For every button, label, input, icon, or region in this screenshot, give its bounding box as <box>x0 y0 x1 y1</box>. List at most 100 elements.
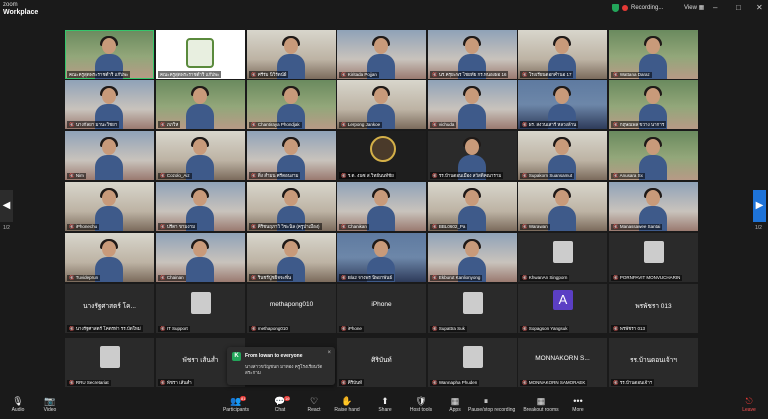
participant-tile[interactable]: 🔇 Supattra Suk <box>428 284 517 333</box>
participant-tile[interactable]: 🔇 Chainan <box>156 233 245 282</box>
participant-tile[interactable]: 🔇 RRU Secretariat <box>65 338 154 387</box>
grid-icon: ▦ <box>536 396 546 406</box>
participant-tile[interactable]: พรพัชรา 013 🔇 พรพัชรา 013 <box>609 284 698 333</box>
participant-tile[interactable]: 🔇 Supakorn Suansamut <box>518 131 607 180</box>
participant-tile[interactable]: 🔇 รร.บ้านดอนเมือง สวัสดิคณาราม <box>428 131 517 180</box>
heart-icon: ♡ <box>309 396 319 406</box>
participant-tile[interactable]: 🔇 Wannapha Phuden <box>428 338 517 387</box>
chat-bubble-icon: K <box>232 352 241 361</box>
title-bar: zoom Workplace Recording... View ▦ – □ ✕ <box>0 0 768 18</box>
participant-tile[interactable]: MONNAKORN S... 🔇 MONNAKORN SAMORAEK <box>518 338 607 387</box>
participant-tile[interactable]: 🔇 Anusara Sx <box>609 131 698 180</box>
participant-video <box>186 239 214 282</box>
participant-tile[interactable]: 🔇 นางกัลยา มานะวิชยา <box>65 80 154 129</box>
participant-tile[interactable]: 🔇 Cozolo_Aiz <box>156 131 245 180</box>
video-button[interactable]: 📷 Video <box>32 395 68 414</box>
meeting-toolbar: 🎙 Audio 📷 Video 👥 Participants 81 💬 Chat 16 ♡ React… <box>0 393 768 419</box>
prev-page-button[interactable]: ◀ <box>0 190 13 222</box>
minimize-button[interactable]: – <box>713 3 717 12</box>
participant-tile[interactable]: 🔇 ติ่ง สำมน ศรีดอนงาม <box>247 131 336 180</box>
participant-name-label: 🔇 ร.ต. 4นซ ส.วิทย์นนท์ชัย <box>339 172 396 179</box>
participant-tile[interactable]: 🔇 Ekburut Kanlionyong <box>428 233 517 282</box>
participant-tile[interactable]: รร.บ้านดอนเจ้าฯ 🔇 รร.บ้านดอนเจ้าฯ <box>609 338 698 387</box>
participant-tile[interactable]: คณะครูสุดพระราชดำริ แก๊ปพะ <box>65 30 154 79</box>
participant-tile[interactable]: 🔇 ร.ต. 4นซ ส.วิทย์นนท์ชัย <box>337 131 426 180</box>
pause-recording-button[interactable]: ⏸ Pause/stop recording <box>468 395 515 414</box>
more-button[interactable]: ••• More <box>560 395 596 414</box>
chat-notification[interactable]: K From lowan to everyone นางสาวขวัญชนก ม… <box>227 347 335 385</box>
participant-tile[interactable]: A 🔇 Sopagson Yangsuk <box>518 284 607 333</box>
participant-tile[interactable]: 🔇 ภภวิห <box>156 80 245 129</box>
participant-name-label: 🔇 พัชรา เส้นสำ <box>158 379 194 386</box>
participant-tile[interactable]: คณะครูสุดพระราชดำริ แก๊ปพะ <box>156 30 245 79</box>
participant-tile[interactable]: นางรัฐศาสตร์ โค... 🔇 นางรัฐศาสตร์ โคตรท่า… <box>65 284 154 333</box>
view-button[interactable]: View ▦ <box>684 4 704 11</box>
next-page-button[interactable]: ▶ <box>753 190 766 222</box>
participant-tile[interactable]: 🔇 โรงเรียนดอกคำนอ 17 <box>518 30 607 79</box>
participant-name-label: 🔇 นางรัฐศาสตร์ โคตรท่า รร.บัดใหม่ <box>67 325 143 332</box>
audio-button[interactable]: 🎙 Audio <box>0 395 36 414</box>
share-button[interactable]: ⬆ Share <box>367 395 403 414</box>
chat-button[interactable]: 💬 Chat 16 <box>262 395 298 414</box>
maximize-button[interactable]: □ <box>736 3 741 12</box>
participant-name-label: 🔇 PORNPAVIT MONVUCHARIN <box>611 275 683 281</box>
participant-tile[interactable]: 🔇 KhwanAn Singporn <box>518 233 607 282</box>
participant-tile[interactable]: 🔇 iPhonechu <box>65 182 154 231</box>
chat-icon: 💬 <box>274 396 286 406</box>
participant-tile[interactable]: 🔇 ผร. สงวนเสาร์ หลวงล้าน <box>518 80 607 129</box>
recording-indicator[interactable]: Recording... <box>612 4 663 12</box>
participant-name-label: 🔇 vichuda <box>430 122 457 128</box>
participant-tile[interactable]: 🔇 Manassawee Santai <box>609 182 698 231</box>
logo-line2: Workplace <box>3 9 39 16</box>
participant-tile[interactable]: 🔇 PORNPAVIT MONVUCHARIN <box>609 233 698 282</box>
participant-name-label: 🔇 Lerpong Jankoe <box>339 122 383 128</box>
participant-tile[interactable]: 🔇 Chantiraya Phondjak <box>247 80 336 129</box>
participant-video <box>458 86 486 129</box>
toolbar-label: Chat <box>274 407 286 413</box>
participant-tile[interactable]: 🔇 ศิริชนฤภาวิ วิชะนิล (ครูป่าเมือง) <box>247 182 336 231</box>
more-icon: ••• <box>573 396 583 406</box>
participant-name-label: 🔇 โรงเรียนดอกคำนอ 17 <box>520 71 574 78</box>
participant-tile[interactable]: 🔇 นร.ครุยะพร ไชยทัย กร.หนองผอ 16 <box>428 30 517 79</box>
toolbar-label: Participants <box>222 407 250 413</box>
participant-name-label: 🔇 Wattana Daraz <box>611 72 652 78</box>
participant-tile[interactable]: 🔇 Kiritada Pojjan <box>337 30 426 79</box>
participant-tile[interactable]: ศิริบันท์ 🔇 ศิริบันท์ <box>337 338 426 387</box>
participant-name-label: 🔇 Supattra Suk <box>430 326 467 332</box>
breakout-rooms-button[interactable]: ▦ Breakout rooms <box>523 395 559 414</box>
participant-tile[interactable]: 🔇 Nim <box>65 131 154 180</box>
participant-tile[interactable]: 🔇 IT Support <box>156 284 245 333</box>
participant-name-label: 🔇 นางกัลยา มานะวิชยา <box>67 121 120 128</box>
participant-tile[interactable]: 🔇 Tuvideprun <box>65 233 154 282</box>
participant-name-label: 🔇 Kiritada Pojjan <box>339 72 379 78</box>
participant-tile[interactable]: 🔇 ศรีร่ม นิวิรัตน์ฝ์ <box>247 30 336 79</box>
participant-name-label: 🔇 พรพัชรา 013 <box>611 325 647 332</box>
participant-name-label: 🔇 Anusara Sx <box>611 173 645 179</box>
participant-video <box>548 188 576 231</box>
camera-icon: 📷 <box>44 396 56 406</box>
participants-button[interactable]: 👥 Participants 81 <box>218 395 254 414</box>
participant-display-name: methapong010 <box>269 301 314 308</box>
toolbar-label: Raise hand <box>334 407 360 413</box>
recording-dot-icon <box>622 5 628 11</box>
close-notification-button[interactable]: × <box>327 350 331 356</box>
participant-tile[interactable]: 🔇 กฤษณพล ขวาง นาการ <box>609 80 698 129</box>
participant-tile[interactable]: 🔇 Warawan <box>518 182 607 231</box>
participant-name-label: 🔇 Chantiraya Phondjak <box>249 122 302 128</box>
participant-tile[interactable]: 🔇 Wattana Daraz <box>609 30 698 79</box>
participant-name-label: 🔇 Chanikan <box>339 224 369 230</box>
participant-tile[interactable]: 🔇 รินชร์ปู่ชยิจจะพี่น <box>247 233 336 282</box>
participant-tile[interactable]: 🔇 Chanikan <box>337 182 426 231</box>
participant-tile[interactable]: 🔇 ปรีดา ขามงาม <box>156 182 245 231</box>
participant-tile[interactable]: 🔇 BBL0602_Pa <box>428 182 517 231</box>
host-tools-button[interactable]: 🛡 Host tools <box>403 395 439 414</box>
participant-tile[interactable]: 🔇 Lerpong Jankoe <box>337 80 426 129</box>
participant-tile[interactable]: iPhone 🔇 iPhone <box>337 284 426 333</box>
raise-hand-button[interactable]: ✋ Raise hand <box>329 395 365 414</box>
participant-tile[interactable]: 🔇 Bla2 จางพร นิพยาพันธ์ <box>337 233 426 282</box>
react-button[interactable]: ♡ React <box>296 395 332 414</box>
leave-button[interactable]: ⎋ Leave <box>731 395 767 414</box>
close-window-button[interactable]: ✕ <box>756 3 763 12</box>
participant-tile[interactable]: 🔇 vichuda <box>428 80 517 129</box>
participant-tile[interactable]: methapong010 🔇 methapong010 <box>247 284 336 333</box>
